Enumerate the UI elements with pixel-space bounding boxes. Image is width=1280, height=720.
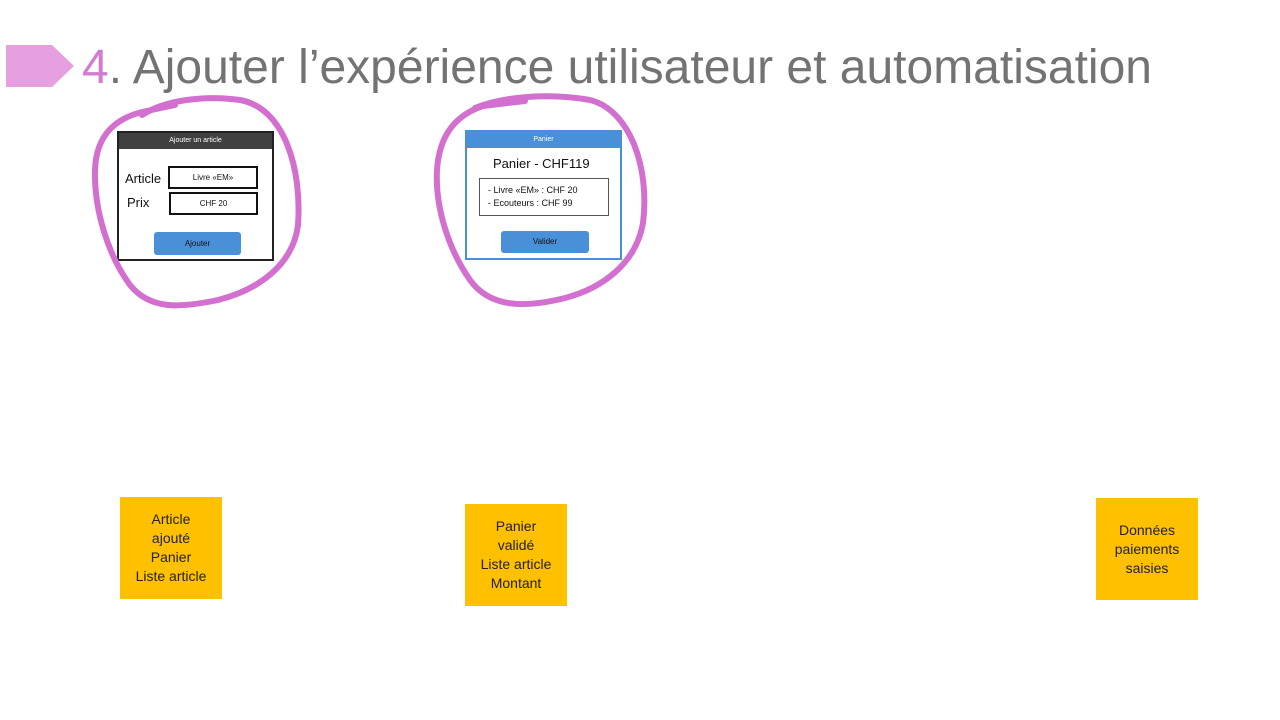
sticky-line: Liste article bbox=[135, 568, 207, 584]
sticky-line: saisies bbox=[1125, 559, 1169, 576]
page-title: 4. Ajouter l’expérience utilisateur et a… bbox=[82, 38, 1152, 98]
add-article-dialog-header: Ajouter un article bbox=[119, 133, 272, 149]
sticky-line: paiements bbox=[1114, 540, 1180, 557]
sticky-line: Données bbox=[1118, 521, 1176, 538]
sticky-line: Article bbox=[151, 511, 191, 527]
price-label: Prix bbox=[127, 195, 150, 210]
price-input[interactable]: CHF 20 bbox=[169, 192, 258, 215]
sticky-note-payment-data: Données paiements saisies bbox=[1096, 498, 1198, 600]
cart-total: Panier - CHF119 bbox=[493, 156, 590, 171]
sticky-line: Liste article bbox=[480, 556, 552, 572]
sticky-note-cart-validated: Panier validé Liste article Montant bbox=[465, 504, 567, 606]
cart-dialog-header: Panier bbox=[467, 132, 620, 148]
validate-button[interactable]: Valider bbox=[501, 231, 589, 253]
sticky-line: validé bbox=[497, 537, 535, 553]
sticky-note-article-added: Article ajouté Panier Liste article bbox=[120, 497, 222, 599]
add-button[interactable]: Ajouter bbox=[154, 232, 241, 255]
article-label: Article bbox=[125, 171, 162, 186]
list-item: - Ecouteurs : CHF 99 bbox=[488, 198, 573, 208]
title-number: 4 bbox=[82, 41, 109, 94]
sticky-line: Panier bbox=[150, 549, 192, 565]
title-text: . Ajouter l’expérience utilisateur et au… bbox=[108, 41, 1152, 94]
sticky-line: Panier bbox=[495, 518, 537, 534]
article-input[interactable]: Livre «EM» bbox=[168, 166, 258, 189]
add-article-dialog: Ajouter un article Article Livre «EM» Pr… bbox=[117, 131, 274, 261]
cart-dialog: Panier Panier - CHF119 - Livre «EM» : CH… bbox=[465, 130, 622, 260]
chevron-arrow-icon bbox=[6, 45, 74, 87]
sticky-line: ajouté bbox=[151, 530, 191, 546]
cart-item-list: - Livre «EM» : CHF 20 - Ecouteurs : CHF … bbox=[479, 178, 609, 216]
list-item: - Livre «EM» : CHF 20 bbox=[488, 185, 578, 195]
sticky-line: Montant bbox=[490, 575, 542, 591]
